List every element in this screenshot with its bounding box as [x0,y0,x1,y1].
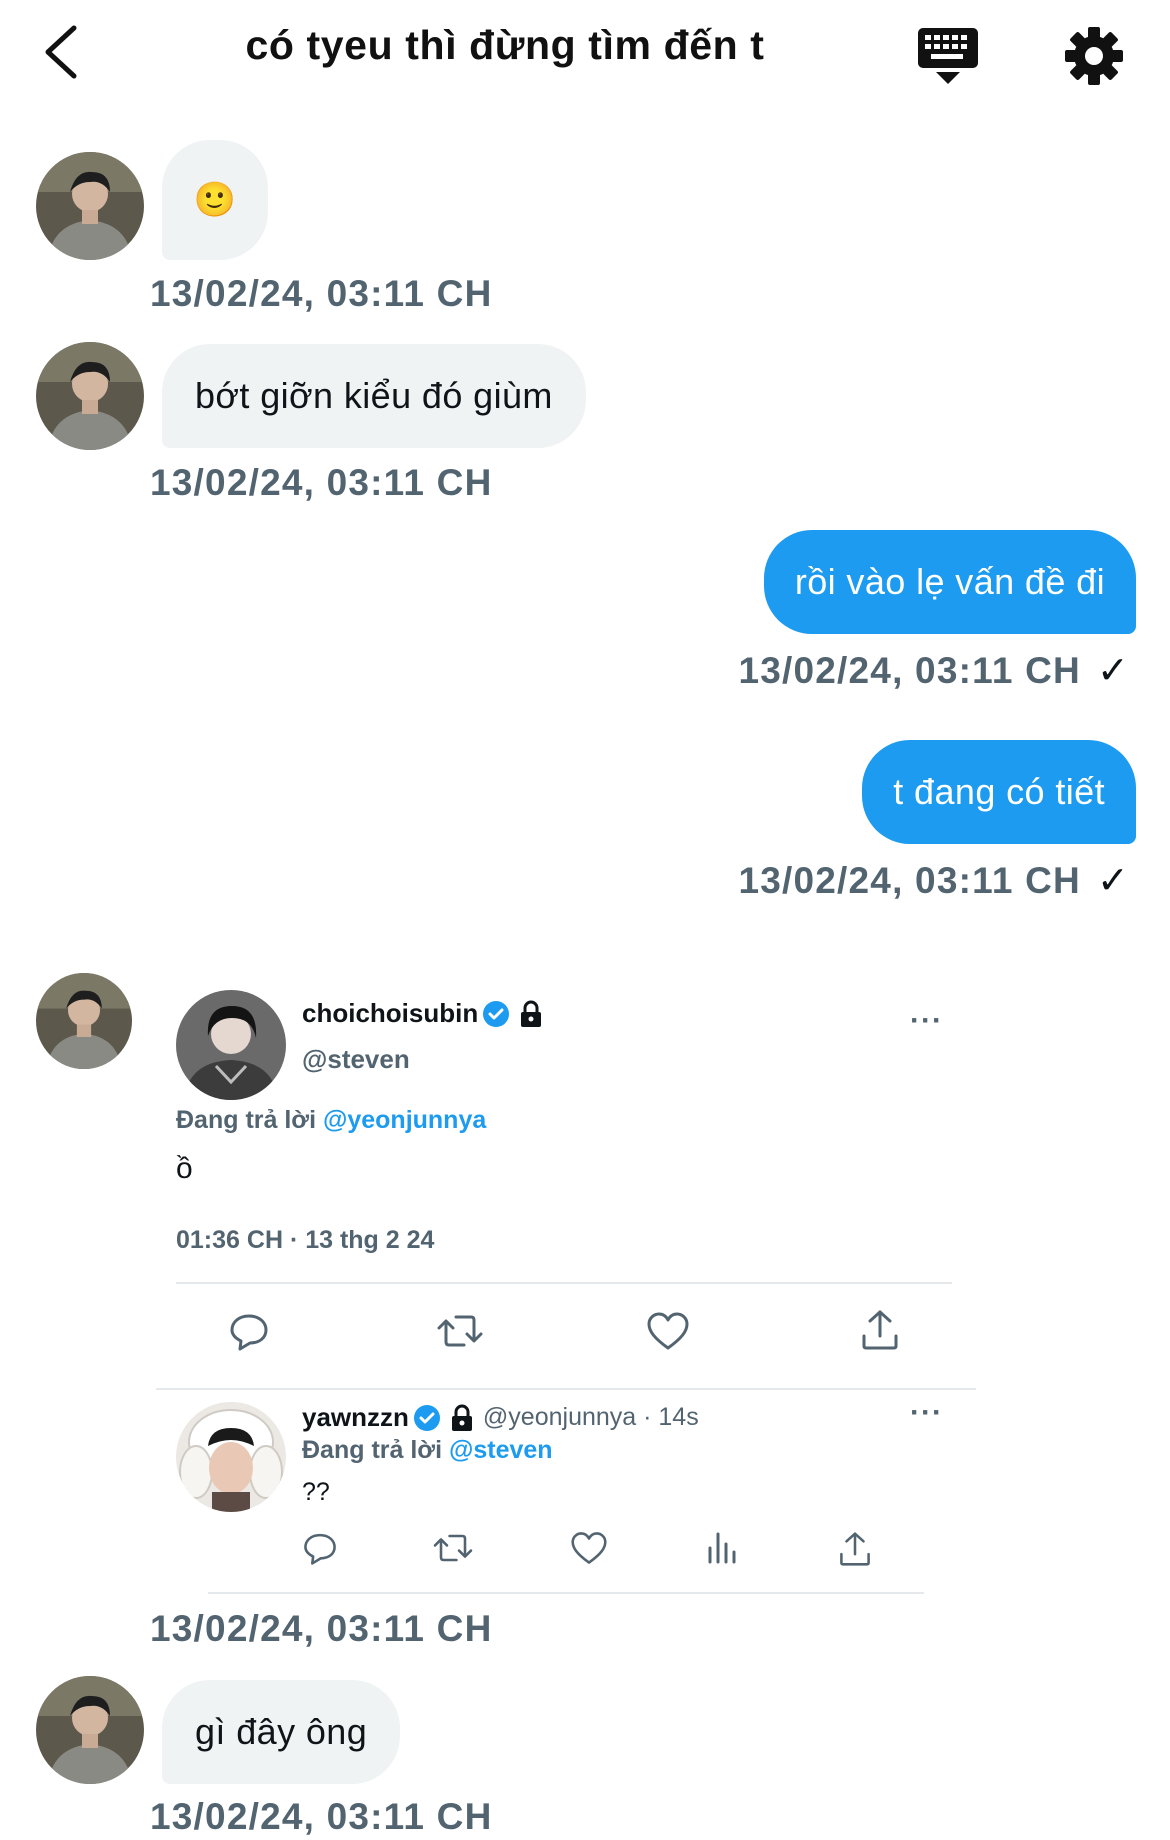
tweet-timestamp: 01:36 CH · 13 thg 2 24 [176,1226,435,1254]
message-timestamp: 13/02/24, 03:11 CH [738,650,1081,691]
message-bubble[interactable]: 🙂 [162,140,268,260]
message-bubble[interactable]: t đang có tiết [862,740,1136,844]
replying-to-label: Đang trả lời [176,1106,317,1134]
keyboard-icon [918,28,978,84]
divider [156,1388,976,1390]
contact-avatar[interactable] [36,1676,144,1784]
conversation-title: có tyeu thì đừng tìm đến t [245,22,765,68]
reply-text: ?? [302,1478,330,1506]
message-timestamp: 13/02/24, 03:11 CH [150,1796,493,1837]
replying-to-line: Đang trả lời @yeonjunnya [176,1106,486,1135]
sent-check-icon: ✓ [1096,650,1130,692]
message-text: 🙂 [193,181,237,219]
share-button[interactable] [838,1530,872,1573]
message-bubble[interactable]: bớt giỡn kiểu đó giùm [162,344,586,448]
share-icon [862,1310,898,1350]
message-text: rồi vào lẹ vấn đề đi [794,561,1105,602]
settings-button[interactable] [1062,24,1126,88]
chevron-left-icon [45,25,77,79]
contact-avatar[interactable] [36,152,144,260]
lock-icon [451,1404,472,1431]
replying-to-label: Đang trả lời [302,1436,443,1464]
message-timestamp: 13/02/24, 03:11 CH [150,1608,493,1649]
message-timestamp: 13/02/24, 03:11 CH [150,273,493,314]
message-bubble[interactable]: gì đây ông [162,1680,401,1784]
back-button[interactable] [38,20,90,84]
replying-to-line: Đang trả lời @steven [302,1436,553,1465]
heart-icon [647,1312,689,1350]
keyboard-button[interactable] [916,24,980,88]
divider [176,1282,952,1284]
share-icon [840,1532,870,1566]
retweet-button[interactable] [436,1310,484,1357]
views-icon [708,1532,736,1564]
gear-icon [1065,27,1123,85]
message-timestamp: 13/02/24, 03:11 CH [738,860,1081,901]
retweet-icon [433,1534,473,1562]
tweet-author-name: choichoisubin [302,998,479,1028]
reply-author-name: yawnzzn [302,1402,409,1432]
contact-avatar[interactable] [36,342,144,450]
lock-icon [521,1000,542,1027]
message-bubble[interactable]: rồi vào lẹ vấn đề đi [763,530,1136,634]
tweet-text: ồ [176,1152,193,1185]
reply-author-row: yawnzzn @yeonjunnya · 14s [302,1402,699,1433]
heart-icon [571,1532,607,1564]
more-options-button[interactable]: ··· [910,1004,943,1038]
replying-to-mention[interactable]: @steven [449,1436,553,1464]
message-timestamp: 13/02/24, 03:11 CH [150,462,493,503]
tweet-author-handle: @steven [302,1044,410,1074]
more-options-button[interactable]: ··· [910,1396,943,1430]
share-button[interactable] [860,1308,900,1357]
retweet-button[interactable] [432,1530,474,1571]
avatar-photo [36,342,144,450]
avatar-photo [36,152,144,260]
replying-to-mention[interactable]: @yeonjunnya [323,1106,486,1134]
like-button[interactable] [570,1530,608,1571]
avatar-photo [176,990,286,1100]
avatar-photo [36,1676,144,1784]
message-text: t đang có tiết [893,771,1105,812]
like-button[interactable] [646,1310,690,1357]
message-text: gì đây ông [195,1711,368,1752]
verified-badge-icon [413,1404,440,1431]
reply-button[interactable] [302,1530,338,1571]
verified-badge-icon [483,1000,510,1027]
reply-icon [304,1533,336,1565]
tweet-author-avatar[interactable] [176,990,286,1100]
views-button[interactable] [704,1530,740,1571]
retweet-icon [437,1315,483,1347]
message-text: bớt giỡn kiểu đó giùm [195,375,553,416]
divider [208,1592,924,1594]
contact-avatar[interactable] [36,973,132,1069]
reply-icon [230,1314,268,1351]
sent-check-icon: ✓ [1096,860,1130,902]
message-timestamp-row: 13/02/24, 03:11 CH ✓ [738,648,1130,693]
tweet-author-row: choichoisubin [302,998,544,1029]
avatar-photo [36,973,132,1069]
reply-author-handle: @yeonjunnya · 14s [482,1403,699,1431]
reply-author-avatar[interactable] [176,1402,286,1512]
avatar-photo [176,1402,286,1512]
reply-button[interactable] [228,1310,270,1357]
message-timestamp-row: 13/02/24, 03:11 CH ✓ [738,858,1130,903]
